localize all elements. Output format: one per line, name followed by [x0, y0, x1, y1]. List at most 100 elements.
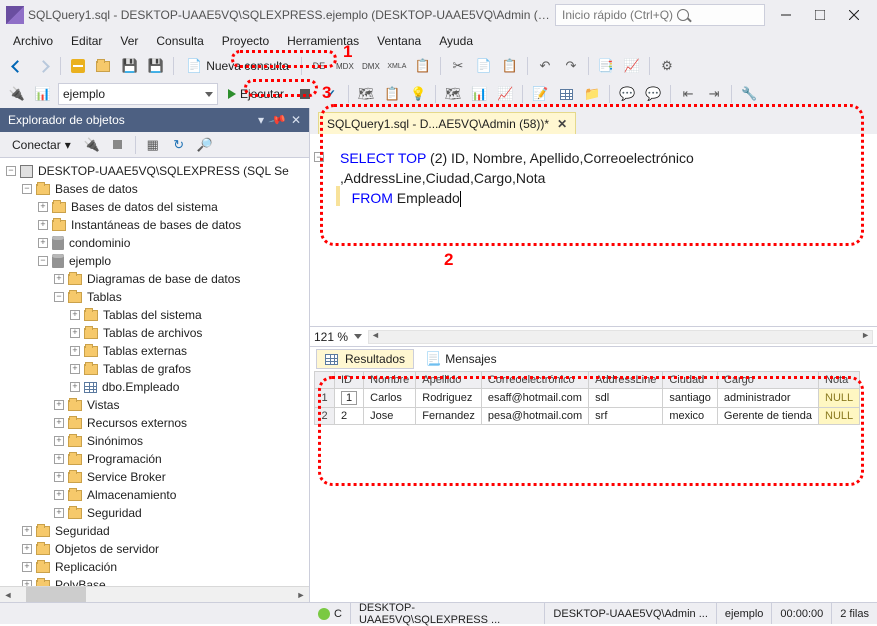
tree-system-databases[interactable]: Bases de datos del sistema [71, 200, 218, 214]
tree-synonyms[interactable]: Sinónimos [87, 434, 143, 448]
tree-views[interactable]: Vistas [87, 398, 119, 412]
close-tab-icon[interactable]: ✕ [557, 117, 567, 131]
include-actual-plan-button[interactable]: 🗺 [442, 83, 464, 105]
col-nota[interactable]: Nota [819, 372, 860, 389]
col-correo[interactable]: Correoelectrónico [481, 372, 588, 389]
cell-nota[interactable]: NULL [819, 408, 860, 425]
results-to-grid-button[interactable] [555, 83, 577, 105]
cut-button[interactable]: ✂ [447, 55, 469, 77]
tree-graph-tables[interactable]: Tablas de grafos [103, 362, 191, 376]
client-stats-button[interactable]: 📈 [494, 83, 516, 105]
expand-icon[interactable]: + [70, 346, 80, 356]
nav-back-button[interactable] [6, 55, 28, 77]
col-apellido[interactable]: Apellido [416, 372, 482, 389]
increase-indent-button[interactable]: ⇥ [703, 83, 725, 105]
col-cargo[interactable]: Cargo [717, 372, 818, 389]
tree-snapshots[interactable]: Instantáneas de bases de datos [71, 218, 241, 232]
table-row[interactable]: 2 2 Jose Fernandez pesa@hotmail.com srf … [315, 408, 860, 425]
xmla-query-button[interactable]: XMLA [386, 55, 408, 77]
undo-button[interactable]: ↶ [534, 55, 556, 77]
tree-storage[interactable]: Almacenamiento [87, 488, 176, 502]
expand-icon[interactable]: − [22, 184, 32, 194]
results-grid[interactable]: ID Nombre Apellido Correoelectrónico Add… [310, 371, 877, 602]
expand-icon[interactable]: − [38, 256, 48, 266]
tree-system-tables[interactable]: Tablas del sistema [103, 308, 202, 322]
expand-icon[interactable]: + [54, 472, 64, 482]
live-stats-button[interactable]: 📊 [468, 83, 490, 105]
expand-icon[interactable]: + [54, 454, 64, 464]
expand-icon[interactable]: − [54, 292, 64, 302]
expand-icon[interactable]: + [54, 418, 64, 428]
filter-button[interactable]: ▦ [142, 134, 164, 156]
cell-cargo[interactable]: Gerente de tienda [717, 408, 818, 425]
disconnect-button[interactable]: 🔌 [81, 134, 103, 156]
expand-icon[interactable]: + [54, 436, 64, 446]
tree-server-objects[interactable]: Objetos de servidor [55, 542, 159, 556]
tree-service-broker[interactable]: Service Broker [87, 470, 166, 484]
tree-server[interactable]: DESKTOP-UAAE5VQ\SQLEXPRESS (SQL Se [38, 164, 289, 178]
tree-db-security[interactable]: Seguridad [87, 506, 142, 520]
de-query-button[interactable]: DE [308, 55, 330, 77]
cell-nombre[interactable]: Jose [364, 408, 416, 425]
tree-replication[interactable]: Replicación [55, 560, 117, 574]
tab-resultados[interactable]: Resultados [316, 349, 414, 369]
paste-button[interactable]: 📋 [499, 55, 521, 77]
expand-icon[interactable]: + [38, 202, 48, 212]
panel-menu-icon[interactable]: ▾ [258, 113, 264, 127]
tree-security[interactable]: Seguridad [55, 524, 110, 538]
maximize-button[interactable] [803, 3, 837, 27]
col-rownum[interactable] [315, 372, 335, 389]
tree-tables[interactable]: Tablas [87, 290, 122, 304]
cell-apellido[interactable]: Rodriguez [416, 389, 482, 408]
dmx-query-button[interactable]: DMX [360, 55, 382, 77]
save-all-button[interactable]: 💾 [145, 55, 167, 77]
tree-polybase[interactable]: PolyBase [55, 578, 106, 586]
menu-ventana[interactable]: Ventana [368, 32, 430, 50]
nav-forward-button[interactable] [32, 55, 54, 77]
tab-mensajes[interactable]: 📃Mensajes [416, 348, 506, 370]
panel-close-icon[interactable]: ✕ [291, 113, 301, 127]
stop-button-oe[interactable] [107, 134, 129, 156]
pin-icon[interactable]: 📌 [267, 110, 287, 130]
query-options-button[interactable]: 📋 [381, 83, 403, 105]
mdx-query-button[interactable]: MDX [334, 55, 356, 77]
cell-nombre[interactable]: Carlos [364, 389, 416, 408]
document-tab-sqlquery1[interactable]: SQLQuery1.sql - D...AE5VQ\Admin (58))* ✕ [318, 112, 576, 134]
cell-cargo[interactable]: administrador [717, 389, 818, 408]
tree-db-condominio[interactable]: condominio [69, 236, 130, 250]
intellisense-button[interactable]: 💡 [407, 83, 429, 105]
expand-icon[interactable]: + [38, 238, 48, 248]
customize-button[interactable]: ⚙ [656, 55, 678, 77]
redo-button[interactable]: ↷ [560, 55, 582, 77]
expand-icon[interactable]: + [22, 562, 32, 572]
expand-icon[interactable]: + [70, 328, 80, 338]
expand-icon[interactable]: + [70, 364, 80, 374]
cell-address[interactable]: sdl [589, 389, 663, 408]
decrease-indent-button[interactable]: ⇤ [677, 83, 699, 105]
tree-diagrams[interactable]: Diagramas de base de datos [87, 272, 240, 286]
new-query-button[interactable]: 📄 Nueva consulta [180, 56, 295, 76]
cell-id[interactable]: 2 [335, 408, 364, 425]
menu-editar[interactable]: Editar [62, 32, 111, 50]
menu-herramientas[interactable]: Herramientas [278, 32, 368, 50]
editor-hscroll[interactable] [368, 330, 873, 344]
expand-icon[interactable]: + [54, 508, 64, 518]
expand-icon[interactable]: + [54, 490, 64, 500]
expand-icon[interactable]: + [70, 382, 80, 392]
execute-button[interactable]: Ejecutar [222, 85, 290, 103]
menu-archivo[interactable]: Archivo [4, 32, 62, 50]
collapse-region-icon[interactable]: − [314, 152, 324, 162]
menu-consulta[interactable]: Consulta [147, 32, 212, 50]
expand-icon[interactable]: − [6, 166, 16, 176]
menu-proyecto[interactable]: Proyecto [213, 32, 278, 50]
uncomment-button[interactable]: 💬 [642, 83, 664, 105]
sql-editor[interactable]: − SELECT TOP (2) ID, Nombre, Apellido,Co… [310, 134, 877, 326]
search-oe-button[interactable]: 🔎 [194, 134, 216, 156]
expand-icon[interactable]: + [54, 400, 64, 410]
expand-icon[interactable]: + [38, 220, 48, 230]
col-id[interactable]: ID [335, 372, 364, 389]
table-row[interactable]: 1 1 Carlos Rodriguez esaff@hotmail.com s… [315, 389, 860, 408]
cell-correo[interactable]: pesa@hotmail.com [481, 408, 588, 425]
zoom-level[interactable]: 121 % [314, 330, 348, 344]
tree-file-tables[interactable]: Tablas de archivos [103, 326, 202, 340]
